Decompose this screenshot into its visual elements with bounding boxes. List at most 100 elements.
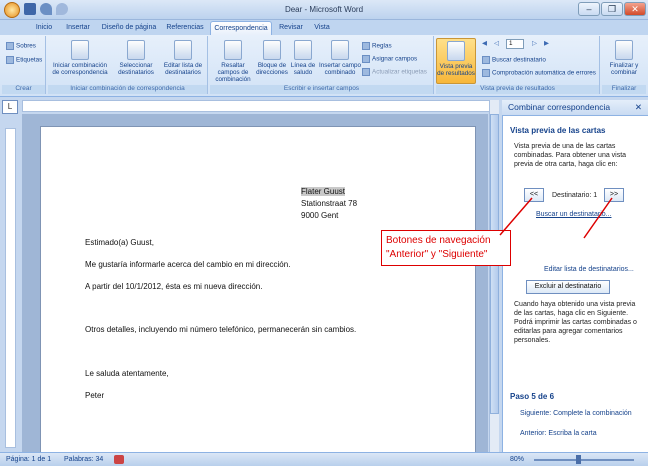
group-finalizar: Finalizar y combinar Finalizar (602, 36, 646, 94)
horizontal-ruler[interactable] (22, 100, 492, 112)
group-label: Iniciar combinación de correspondencia (48, 85, 207, 94)
group-label: Crear (2, 85, 45, 94)
edit-recipients-link[interactable]: Editar lista de destinatarios... (544, 266, 634, 273)
group-escribir: Resaltar campos de combinación Bloque de… (210, 36, 434, 94)
linea-saludo-button[interactable]: Línea de saludo (288, 40, 318, 76)
check-errors-icon (482, 69, 490, 77)
group-label: Finalizar (602, 85, 646, 94)
prev-record-button[interactable]: ◁ (494, 40, 499, 47)
tab-vista[interactable]: Vista (310, 21, 334, 35)
bloque-direcciones-button[interactable]: Bloque de direcciones (256, 40, 288, 76)
group-label: Vista previa de resultados (436, 85, 599, 94)
status-bar: Página: 1 de 1 Palabras: 34 80% (0, 452, 648, 466)
word-count[interactable]: Palabras: 34 (64, 453, 103, 466)
zoom-thumb[interactable] (576, 455, 581, 464)
greeting: Estimado(a) Guust, (85, 238, 154, 247)
match-fields-icon (362, 55, 370, 63)
group-crear: Sobres Etiquetas Crear (2, 36, 46, 94)
preview-icon (447, 41, 465, 61)
address-line-2: Stationstraat 78 (301, 199, 358, 208)
previous-step-link[interactable]: Anterior: Escriba la carta (520, 430, 597, 437)
ribbon-tabs: Inicio Insertar Diseño de página Referen… (0, 20, 648, 35)
first-record-button[interactable]: ◀ (482, 40, 487, 47)
group-label: Escribir e insertar campos (210, 85, 433, 94)
address-block-icon (263, 40, 281, 60)
sobres-button[interactable]: Sobres (6, 42, 36, 50)
spelling-icon[interactable] (114, 455, 124, 464)
page-count[interactable]: Página: 1 de 1 (6, 453, 51, 466)
previous-recipient-button[interactable]: << (524, 188, 544, 202)
annotation-callout: Botones de navegación "Anterior" y "Sigu… (381, 230, 511, 266)
next-record-button[interactable]: ▷ (532, 40, 537, 47)
signature: Peter (85, 391, 105, 400)
next-recipient-button[interactable]: >> (604, 188, 624, 202)
address-line-3: 9000 Gent (301, 211, 339, 220)
editar-lista-button[interactable]: Editar lista de destinatarios (160, 40, 206, 76)
tab-selector[interactable]: L (2, 100, 18, 114)
group-iniciar: Iniciar combinación de correspondencia S… (48, 36, 208, 94)
tab-inicio[interactable]: Inicio (30, 21, 58, 35)
exclude-recipient-button[interactable]: Excluir al destinatario (526, 280, 610, 294)
group-vista-previa: Vista previa de resultados ◀ ◁ 1 ▷ ▶ Bus… (436, 36, 600, 94)
callout-line-2: "Anterior" y "Siguiente" (386, 249, 488, 260)
vista-previa-button[interactable]: Vista previa de resultados (436, 38, 476, 84)
update-labels-icon (362, 68, 370, 76)
find-recipient-link[interactable]: Buscar un destinatario... (536, 211, 612, 218)
reglas-button[interactable]: Reglas (362, 42, 392, 50)
pane-header: Combinar correspondencia ✕ (502, 100, 648, 116)
window-title: Dear - Microsoft Word (284, 5, 364, 14)
tab-insertar[interactable]: Insertar (62, 21, 94, 35)
actualizar-etiquetas-button[interactable]: Actualizar etiquetas (362, 68, 427, 76)
last-record-button[interactable]: ▶ (544, 40, 549, 47)
tab-referencias[interactable]: Referencias (164, 21, 206, 35)
document-merge-icon (71, 40, 89, 60)
highlight-fields-icon (224, 40, 242, 60)
minimize-button[interactable]: – (578, 2, 600, 16)
tab-diseno[interactable]: Diseño de página (98, 21, 160, 35)
callout-line-1: Botones de navegación (386, 235, 491, 246)
finalizar-combinar-button[interactable]: Finalizar y combinar (604, 40, 644, 76)
paragraph-2: A partir del 10/1/2012, ésta es mi nueva… (85, 282, 263, 291)
closing: Le saluda atentamente, (85, 369, 169, 378)
pane-step: Paso 5 de 6 (510, 392, 555, 401)
find-recipient-icon (482, 56, 490, 64)
pane-description: Vista previa de una de las cartas combin… (514, 143, 627, 168)
vertical-ruler[interactable] (5, 128, 16, 448)
iniciar-combinacion-button[interactable]: Iniciar combinación de correspondencia (52, 40, 108, 76)
paragraph-1: Me gustaría informarle acerca del cambio… (85, 260, 291, 269)
label-icon (6, 56, 14, 64)
vertical-scrollbar[interactable] (489, 100, 499, 452)
comprobacion-errores-button[interactable]: Comprobación automática de errores (482, 69, 596, 77)
asignar-campos-button[interactable]: Asignar campos (362, 55, 417, 63)
zoom-slider[interactable] (534, 459, 634, 461)
greeting-line-icon (294, 40, 312, 60)
pane-done-text: Cuando haya obtenido una vista previa de… (514, 301, 637, 344)
next-step-link[interactable]: Siguiente: Complete la combinación (520, 410, 632, 417)
close-button[interactable]: ✕ (624, 2, 646, 16)
insert-field-icon (331, 40, 349, 60)
edit-list-icon (174, 40, 192, 60)
resaltar-campos-button[interactable]: Resaltar campos de combinación (210, 40, 256, 83)
zoom-level[interactable]: 80% (510, 453, 524, 466)
pane-close-icon[interactable]: ✕ (635, 100, 642, 115)
recipient-counter: Destinatario: 1 (552, 192, 598, 199)
insertar-campo-button[interactable]: Insertar campo combinado (318, 40, 362, 76)
tab-correspondencia[interactable]: Correspondencia (210, 21, 272, 35)
buscar-destinatario-button[interactable]: Buscar destinatario (482, 56, 546, 64)
rules-icon (362, 42, 370, 50)
tab-revisar[interactable]: Revisar (276, 21, 306, 35)
document-page[interactable]: Flater Guust Stationstraat 78 9000 Gent … (40, 126, 476, 456)
title-bar: Dear - Microsoft Word – ❐ ✕ (0, 0, 648, 20)
finish-merge-icon (615, 40, 633, 60)
pane-title: Combinar correspondencia (508, 102, 611, 112)
paragraph-3: Otros detalles, incluyendo mi número tel… (85, 325, 357, 334)
seleccionar-destinatarios-button[interactable]: Seleccionar destinatarios (112, 40, 160, 76)
recipients-icon (127, 40, 145, 60)
ribbon: Sobres Etiquetas Crear Iniciar combinaci… (0, 35, 648, 97)
etiquetas-button[interactable]: Etiquetas (6, 56, 42, 64)
record-number-input[interactable]: 1 (506, 39, 524, 49)
restore-button[interactable]: ❐ (601, 2, 623, 16)
pane-section-title: Vista previa de las cartas (510, 126, 606, 135)
envelope-icon (6, 42, 14, 50)
address-line-1: Flater Guust (301, 187, 346, 196)
